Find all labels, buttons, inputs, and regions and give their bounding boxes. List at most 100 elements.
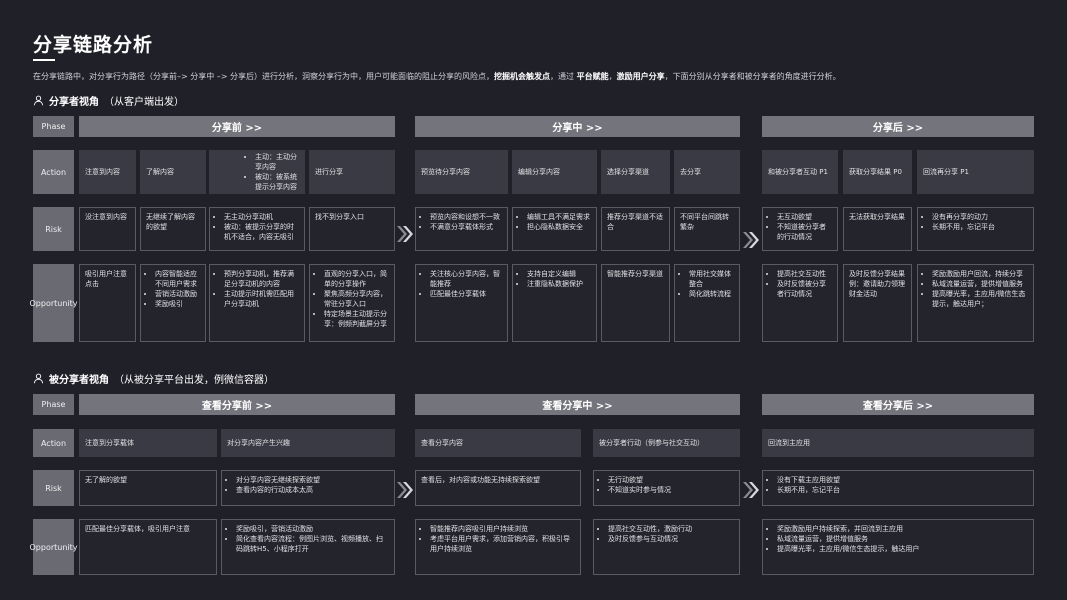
risk-cell: 无主动分享动机被动：被提示分享的时机不适合，内容无吸引 xyxy=(209,207,305,251)
cell-text: 找不到分享入口 xyxy=(315,213,364,221)
risk-cell: 没有下载主应用欲望长期不用，忘记平台 xyxy=(762,470,1034,506)
action-cell: 去分享 xyxy=(674,150,740,194)
opportunity-cell: 奖励激励用户持续探索，并回流到主应用私域流量运营，提供增值服务提高曝光率，主应用… xyxy=(762,519,1034,575)
cell-text: 对分享内容产生兴趣 xyxy=(227,439,290,447)
action-cell: 进行分享 xyxy=(309,150,395,194)
bullet-item: 及时反馈参与互动情况 xyxy=(608,534,734,544)
bullet-list: 无互动欲望不知道被分享者的行动情况 xyxy=(768,212,832,242)
bullet-list: 主动：主动分享内容被动：被系统提示分享内容 xyxy=(215,152,299,192)
cell-text: 没注意到内容 xyxy=(85,213,127,221)
intro-part: ，通过 xyxy=(550,72,577,81)
action-cell: 编辑分享内容 xyxy=(512,150,597,194)
risk-cell: 不同平台间跳转繁杂 xyxy=(674,207,740,251)
receiver-title-rest: （从被分享平台出发，例微信容器） xyxy=(114,375,274,386)
phase-header: 查看分享中 >> xyxy=(415,394,740,415)
sharer-title-rest: （从客户端出发） xyxy=(104,97,184,108)
bullet-item: 智能推荐内容吸引用户持续浏览 xyxy=(430,524,575,534)
bullet-list: 直观的分享入口，简单的分享操作聚焦高频分享内容，常驻分享入口特定场景主动提示分享… xyxy=(315,269,389,329)
row-label-risk: Risk xyxy=(33,207,74,251)
bullet-item: 被动：被系统提示分享内容 xyxy=(255,172,299,192)
title-underline xyxy=(33,59,55,61)
bullet-list: 提高社交互动性及时反馈被分享者行动情况 xyxy=(768,269,832,299)
bullet-list: 关注核心分享内容，智能推荐匹配最佳分享载体 xyxy=(421,269,502,299)
row-label-action: Action xyxy=(33,429,74,457)
action-cell: 预览待分享内容 xyxy=(415,150,508,194)
bullet-item: 没有下载主应用欲望 xyxy=(777,475,1028,485)
person-icon xyxy=(33,95,44,106)
risk-cell: 没注意到内容 xyxy=(79,207,136,251)
row-label-phase: Phase xyxy=(33,394,74,415)
bullet-item: 对分享内容无继续探索欲望 xyxy=(236,475,389,485)
bullet-item: 无主动分享动机 xyxy=(224,212,299,222)
bullet-list: 奖励激励用户回流，持续分享私域流量运营，提供增值服务提高曝光率，主应用/微信生态… xyxy=(923,269,1028,309)
bullet-item: 不知道实时参与情况 xyxy=(608,485,734,495)
flow-arrow-icon xyxy=(397,482,413,498)
bullet-item: 没有再分享的动力 xyxy=(932,212,1028,222)
bullet-item: 预览内容和设想不一致 xyxy=(430,212,502,222)
row-label-risk: Risk xyxy=(33,470,74,506)
opportunity-cell: 奖励激励用户回流，持续分享私域流量运营，提供增值服务提高曝光率，主应用/微信生态… xyxy=(917,264,1034,342)
opportunity-cell: 智能推荐内容吸引用户持续浏览考虑平台用户需求，添加营销内容，积极引导用户持续浏览 xyxy=(415,519,581,575)
cell-text: 和被分享者互动 P1 xyxy=(768,168,828,176)
opportunity-cell: 关注核心分享内容，智能推荐匹配最佳分享载体 xyxy=(415,264,508,342)
opportunity-cell: 支持自定义编辑注重隐私数据保护 xyxy=(512,264,597,342)
bullet-item: 奖励激励用户持续探索，并回流到主应用 xyxy=(777,524,1028,534)
action-cell: 对分享内容产生兴趣 xyxy=(221,429,395,457)
risk-cell: 预览内容和设想不一致不满意分享载体形式 xyxy=(415,207,508,251)
bullet-item: 长期不用，忘记平台 xyxy=(777,485,1028,495)
bullet-item: 查看内容的行动成本太高 xyxy=(236,485,389,495)
row-label-action: Action xyxy=(33,150,74,194)
risk-cell: 找不到分享入口 xyxy=(309,207,395,251)
bullet-item: 无互动欲望 xyxy=(777,212,832,222)
page-title: 分享链路分析 xyxy=(33,34,154,56)
bullet-item: 提高社交互动性 xyxy=(777,269,832,279)
intro-part: ， xyxy=(608,72,617,81)
row-label-opportunity: Opportunity xyxy=(30,264,78,342)
risk-cell: 无继续了解内容的欲望 xyxy=(140,207,206,251)
bullet-list: 无行动欲望不知道实时参与情况 xyxy=(599,475,734,495)
bullet-item: 考虑平台用户需求，添加营销内容，积极引导用户持续浏览 xyxy=(430,534,575,554)
sharer-section-title: 分享者视角 （从客户端出发） xyxy=(33,93,184,108)
bullet-item: 注重隐私数据保护 xyxy=(527,279,591,289)
cell-text: 不同平台间跳转繁杂 xyxy=(680,213,729,231)
action-cell: 回流到主应用 xyxy=(762,429,1034,457)
bullet-item: 关注核心分享内容，智能推荐 xyxy=(430,269,502,289)
action-cell: 注意到内容 xyxy=(79,150,136,194)
opportunity-cell: 预判分享动机，推荐满足分享动机的内容主动提示时机需匹配用户分享动机 xyxy=(209,264,305,342)
risk-cell: 编辑工具不满足需求担心隐私数据安全 xyxy=(512,207,597,251)
cell-text: 获取分享结果 P0 xyxy=(849,168,902,176)
bullet-item: 提高社交互动性，激励行动 xyxy=(608,524,734,534)
cell-text: 预览待分享内容 xyxy=(421,168,470,176)
cell-text: 查看分享内容 xyxy=(421,439,463,447)
cell-text: 注意到分享载体 xyxy=(85,439,134,447)
action-cell: 获取分享结果 P0 xyxy=(843,150,912,194)
risk-cell: 无行动欲望不知道实时参与情况 xyxy=(593,470,740,506)
opportunity-cell: 吸引用户注意点击 xyxy=(79,264,136,342)
cell-text: 及时反馈分享结果例：邀请助力领理财金活动 xyxy=(849,270,905,298)
action-cell: 回流再分享 P1 xyxy=(917,150,1034,194)
action-cell: 查看分享内容 xyxy=(415,429,581,457)
bullet-item: 预判分享动机，推荐满足分享动机的内容 xyxy=(224,269,299,289)
bullet-list: 对分享内容无继续探索欲望查看内容的行动成本太高 xyxy=(227,475,389,495)
bullet-item: 不知道被分享者的行动情况 xyxy=(777,222,832,242)
cell-text: 查看后，对内容或功能无持续探索欲望 xyxy=(421,476,540,484)
risk-cell: 推荐分享渠道不适合 xyxy=(601,207,670,251)
opportunity-cell: 提高社交互动性，激励行动及时反馈参与互动情况 xyxy=(593,519,740,575)
opportunity-cell: 奖励吸引，营销活动激励简化查看内容流程：例图片浏览、视频播放、扫码跳转H5、小程… xyxy=(221,519,395,575)
intro-part: 挖掘机会触发点 xyxy=(494,72,551,81)
bullet-item: 内容智能适应不同用户需求 xyxy=(155,269,200,289)
bullet-item: 奖励吸引 xyxy=(155,299,200,309)
risk-cell: 无了解的欲望 xyxy=(79,470,217,506)
bullet-item: 被动：被提示分享的时机不适合，内容无吸引 xyxy=(224,222,299,242)
risk-cell: 没有再分享的动力长期不用，忘记平台 xyxy=(917,207,1034,251)
action-cell: 主动：主动分享内容被动：被系统提示分享内容 xyxy=(209,150,305,194)
bullet-item: 长期不用，忘记平台 xyxy=(932,222,1028,232)
bullet-list: 预判分享动机，推荐满足分享动机的内容主动提示时机需匹配用户分享动机 xyxy=(215,269,299,309)
bullet-item: 特定场景主动提示分享：例频判截屏分享 xyxy=(324,309,389,329)
bullet-list: 智能推荐内容吸引用户持续浏览考虑平台用户需求，添加营销内容，积极引导用户持续浏览 xyxy=(421,524,575,554)
bullet-list: 无主动分享动机被动：被提示分享的时机不适合，内容无吸引 xyxy=(215,212,299,242)
bullet-item: 匹配最佳分享载体 xyxy=(430,289,502,299)
bullet-item: 简化查看内容流程：例图片浏览、视频播放、扫码跳转H5、小程序打开 xyxy=(236,534,389,554)
bullet-item: 不满意分享载体形式 xyxy=(430,222,502,232)
intro-part: ，下面分别从分享者和被分享者的角度进行分析。 xyxy=(664,72,841,81)
